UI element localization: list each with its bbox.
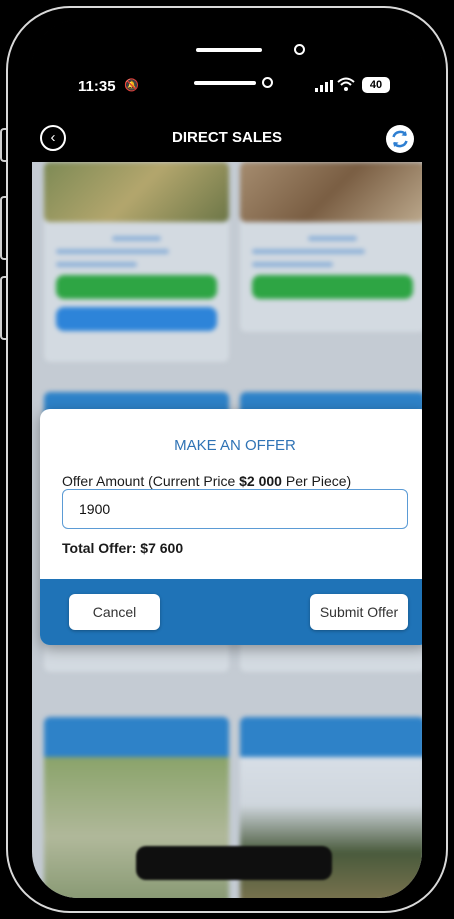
offer-label-suffix: Per Piece) — [281, 473, 352, 489]
wifi-icon — [337, 77, 355, 94]
app-header: ‹ DIRECT SALES — [32, 115, 422, 162]
camera-icon — [294, 44, 305, 55]
page-title: DIRECT SALES — [171, 129, 282, 146]
side-button — [0, 128, 6, 162]
make-offer-dialog: MAKE AN OFFER Offer Amount (Current Pric… — [40, 409, 422, 645]
silent-bell-icon: 🔕 — [124, 78, 139, 92]
refresh-button[interactable] — [386, 125, 414, 153]
current-price: $2 000 — [239, 473, 282, 489]
cancel-button[interactable]: Cancel — [69, 594, 160, 630]
screen: 11:35 🔕 40 ‹ DIRECT SALES MAKE AN OFFER … — [32, 20, 422, 898]
side-button — [0, 276, 6, 340]
listing-card — [240, 162, 422, 332]
dialog-footer: Cancel Submit Offer — [40, 579, 422, 645]
offer-amount-label: Offer Amount (Current Price $2 000 Per P… — [62, 473, 351, 489]
total-offer: Total Offer: $7 600 — [62, 540, 184, 556]
side-button — [0, 196, 6, 260]
refresh-icon — [392, 130, 408, 148]
speaker — [196, 48, 262, 52]
offer-amount-input[interactable] — [62, 489, 408, 529]
notch — [160, 40, 360, 78]
listing-card — [44, 162, 229, 362]
offer-label-prefix: Offer Amount (Current Price — [62, 473, 240, 489]
status-time: 11:35 — [78, 78, 116, 95]
signal-icon — [315, 80, 333, 95]
speaker — [194, 81, 256, 85]
battery-icon: 40 — [362, 77, 390, 93]
submit-offer-button[interactable]: Submit Offer — [310, 594, 408, 630]
toast-pill — [136, 846, 332, 880]
camera-icon — [262, 77, 273, 88]
dialog-title: MAKE AN OFFER — [174, 437, 296, 454]
